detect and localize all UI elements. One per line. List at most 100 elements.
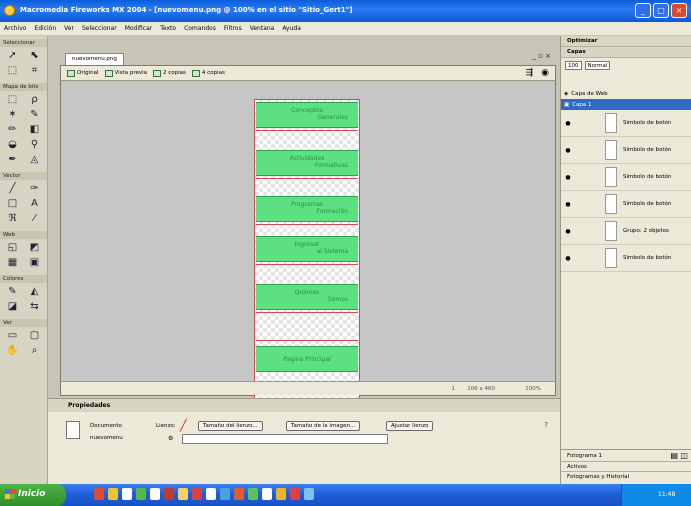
menu-ver[interactable]: Ver — [64, 25, 74, 32]
menu-button-actividades[interactable]: Actividades Formativas — [256, 150, 358, 176]
menu-ventana[interactable]: Ventana — [250, 25, 275, 32]
text-tool-icon[interactable]: A — [27, 198, 42, 210]
eye-icon[interactable]: ● — [561, 120, 575, 127]
menu-button-ingresar[interactable]: Ingresar al Sistema — [256, 236, 358, 262]
layer-object-row[interactable]: ● Grupo: 2 objetos — [561, 218, 691, 245]
zoom-level[interactable]: 100% — [525, 386, 541, 392]
rubber-stamp-tool-icon[interactable]: ⚲ — [27, 139, 42, 151]
pen-tool-icon[interactable]: ✑ — [27, 183, 42, 195]
menu-modificar[interactable]: Modificar — [125, 25, 153, 32]
layer-object-row[interactable]: ● Símbolo de botón — [561, 137, 691, 164]
menu-ayuda[interactable]: Ayuda — [282, 25, 301, 32]
close-button[interactable]: × — [671, 3, 687, 18]
stroke-color-icon[interactable]: ✎ — [5, 286, 20, 298]
app-icon[interactable] — [206, 488, 216, 500]
menu-archivo[interactable]: Archivo — [4, 25, 26, 32]
knife-tool-icon[interactable]: ⁄ — [27, 213, 42, 225]
marquee-tool-icon[interactable]: ⬚ — [5, 94, 20, 106]
canvas-color-icon[interactable]: ╱ — [180, 419, 187, 432]
eye-icon[interactable]: ● — [561, 201, 575, 208]
layer-object-row[interactable]: ● Símbolo de botón — [561, 191, 691, 218]
menu-edicion[interactable]: Edición — [34, 25, 56, 32]
menu-seleccionar[interactable]: Seleccionar — [82, 25, 117, 32]
menu-button-programas[interactable]: Programas Formación — [256, 196, 358, 222]
layers-panel-header[interactable]: Capas — [561, 47, 691, 58]
hotspot-tool-icon[interactable]: ◱ — [5, 242, 20, 254]
image-size-button[interactable]: Tamaño de la imagen... — [286, 421, 361, 431]
eyedropper-tool-icon[interactable]: ✒ — [5, 154, 20, 166]
eye-icon[interactable]: ● — [561, 255, 575, 262]
layer-options-icon[interactable]: ▤ ◫ — [670, 451, 688, 460]
app-icon[interactable] — [164, 488, 174, 500]
fullscreen-mode-icon[interactable]: ▢ — [27, 330, 42, 342]
canvas[interactable]: Conceptos Generales Actividades Formativ… — [254, 99, 360, 404]
app-icon[interactable] — [192, 488, 202, 500]
preview-in-browser-icon[interactable]: ◉ — [541, 68, 549, 78]
line-tool-icon[interactable]: ╱ — [5, 183, 20, 195]
menu-texto[interactable]: Texto — [160, 25, 176, 32]
menu-comandos[interactable]: Comandos — [184, 25, 216, 32]
document-window-controls[interactable]: _ ▫ × — [532, 52, 551, 60]
app-icon[interactable] — [220, 488, 230, 500]
pointer-tool-icon[interactable]: ➚ — [5, 50, 20, 62]
document-tab[interactable]: nuevomenu.png — [65, 53, 124, 65]
layer-object-row[interactable]: ● Símbolo de botón — [561, 245, 691, 272]
help-icon[interactable]: ? — [544, 421, 548, 429]
app-icon[interactable] — [262, 488, 272, 500]
show-slices-icon[interactable]: ▣ — [27, 257, 42, 269]
properties-title[interactable]: Propiedades — [48, 399, 560, 412]
tab-4-up[interactable]: 4 copias — [191, 69, 225, 77]
default-colors-icon[interactable]: ◪ — [5, 301, 20, 313]
menu-filtros[interactable]: Filtros — [224, 25, 242, 32]
app-icon[interactable] — [150, 488, 160, 500]
quick-export-icon[interactable]: ⇶ — [526, 68, 534, 78]
app-icon[interactable] — [290, 488, 300, 500]
app-icon[interactable] — [276, 488, 286, 500]
tab-preview[interactable]: Vista previa — [104, 69, 147, 77]
fit-canvas-button[interactable]: Ajustar lienzo — [386, 421, 434, 431]
start-button[interactable]: Inicio — [0, 484, 66, 506]
swap-colors-icon[interactable]: ⇆ — [27, 301, 42, 313]
freeform-tool-icon[interactable]: ℜ — [5, 213, 20, 225]
blur-tool-icon[interactable]: ◒ — [5, 139, 20, 151]
slice-tool-icon[interactable]: ◩ — [27, 242, 42, 254]
assets-panel-header[interactable]: Activos — [561, 461, 691, 471]
app-icon[interactable] — [178, 488, 188, 500]
export-settings-select[interactable] — [182, 434, 388, 444]
eye-icon[interactable]: ● — [561, 147, 575, 154]
eraser-tool-icon[interactable]: ◧ — [27, 124, 42, 136]
frame-select[interactable]: Fotograma 1 — [567, 453, 602, 459]
document-name[interactable]: nuevomenu — [90, 435, 123, 441]
magic-wand-tool-icon[interactable]: ✶ — [5, 109, 20, 121]
layer-1-row[interactable]: ▣ Capa 1 — [561, 99, 691, 110]
layer-object-row[interactable]: ● Símbolo de botón — [561, 164, 691, 191]
crop-tool-icon[interactable]: ⌗ — [27, 65, 42, 77]
rectangle-tool-icon[interactable]: □ — [5, 198, 20, 210]
hide-slices-icon[interactable]: ▦ — [5, 257, 20, 269]
menu-button-conceptos[interactable]: Conceptos Generales — [256, 102, 358, 128]
minimize-button[interactable]: _ — [635, 3, 651, 18]
app-icon[interactable] — [136, 488, 146, 500]
app-icon[interactable] — [248, 488, 258, 500]
settings-icon[interactable]: ⚙ — [168, 435, 173, 442]
fill-color-icon[interactable]: ◭ — [27, 286, 42, 298]
subselect-tool-icon[interactable]: ⬉ — [27, 50, 42, 62]
lasso-tool-icon[interactable]: ρ — [27, 94, 42, 106]
app-icon[interactable] — [108, 488, 118, 500]
paint-bucket-tool-icon[interactable]: ◬ — [27, 154, 42, 166]
app-icon[interactable] — [122, 488, 132, 500]
layer-object-row[interactable]: ● Símbolo de botón — [561, 110, 691, 137]
opacity-field[interactable]: 100 — [565, 60, 582, 70]
optimize-panel-header[interactable]: Optimizar — [561, 36, 691, 47]
hand-tool-icon[interactable]: ✋ — [5, 345, 20, 357]
app-icon[interactable] — [234, 488, 244, 500]
zoom-tool-icon[interactable]: ⌕ — [27, 345, 42, 357]
web-layer-row[interactable]: ◈ Capa de Web — [561, 88, 691, 99]
tab-2-up[interactable]: 2 copias — [153, 69, 186, 77]
frame-controls[interactable]: 1 — [452, 386, 456, 392]
maximize-button[interactable]: □ — [653, 3, 669, 18]
eye-icon[interactable]: ● — [561, 228, 575, 235]
app-icon[interactable] — [94, 488, 104, 500]
eye-icon[interactable]: ● — [561, 174, 575, 181]
menu-button-quienes[interactable]: Quienes Somos — [256, 284, 358, 310]
